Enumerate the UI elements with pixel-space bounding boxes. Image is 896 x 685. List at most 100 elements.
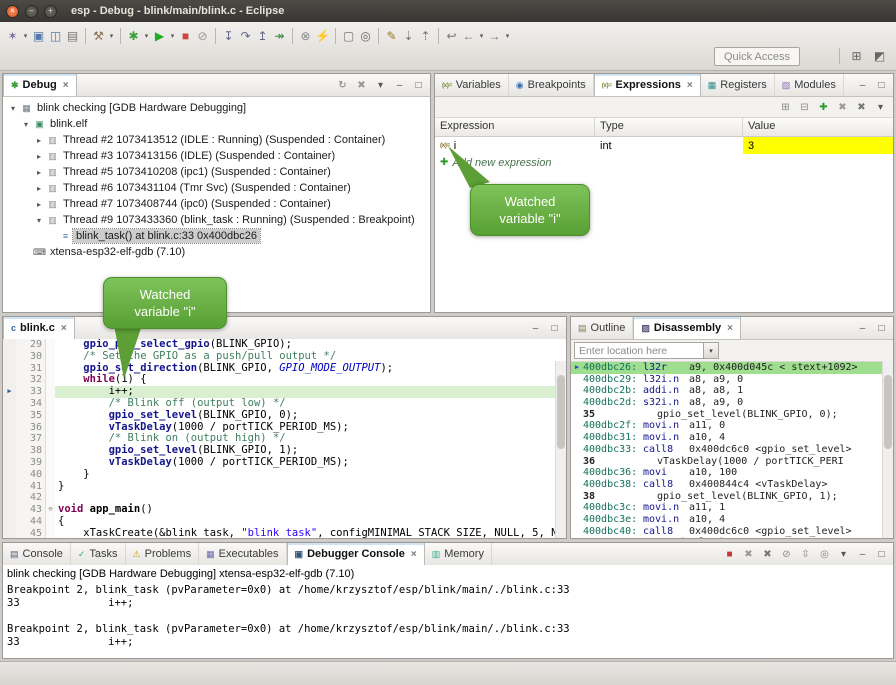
annotation-gutter[interactable]: [3, 445, 16, 457]
annotation-gutter[interactable]: [3, 528, 16, 538]
annotation-gutter[interactable]: [3, 410, 16, 422]
step-return-icon[interactable]: ↥: [254, 27, 271, 45]
search-icon[interactable]: ◎: [357, 27, 374, 45]
tab-outline[interactable]: ▤Outline: [571, 317, 633, 339]
annotation-gutter[interactable]: [3, 504, 16, 516]
disassembly-scrollbar[interactable]: [882, 361, 893, 538]
disassembly-row[interactable]: 400dbc2d:s32i.na8, a9, 0: [571, 397, 893, 409]
previous-annotation-icon[interactable]: ⇡: [417, 27, 434, 45]
maximize-view-icon[interactable]: □: [412, 80, 425, 91]
add-expression-icon[interactable]: ✚: [817, 102, 830, 113]
disassembly-row[interactable]: 35gpio_set_level(BLINK_GPIO, 0);: [571, 409, 893, 421]
code-line[interactable]: 45 xTaskCreate(&blink_task, "blink_task"…: [3, 528, 566, 538]
disassembly-row[interactable]: 400dbc38:call80x400844c4 <vTaskDelay>: [571, 479, 893, 491]
pin-console-icon[interactable]: ◎: [818, 549, 831, 560]
save-icon[interactable]: ▣: [30, 27, 47, 45]
clear-console-icon[interactable]: ⊘: [780, 549, 793, 560]
debug-tree-row[interactable]: ▸▥Thread #5 1073410208 (ipc1) (Suspended…: [3, 164, 430, 180]
expression-row[interactable]: (x)=iint3: [435, 137, 893, 154]
expand-arrow-icon[interactable]: ▸: [33, 136, 45, 145]
expand-arrow-icon[interactable]: ▸: [33, 152, 45, 161]
debug-tree-row[interactable]: ≡blink_task() at blink.c:33 0x400dbc26: [3, 228, 430, 244]
annotation-gutter[interactable]: [3, 481, 16, 493]
debug-icon-dropdown[interactable]: ▾: [142, 32, 151, 40]
disassembly-row[interactable]: 400dbc31:movi.na10, 4: [571, 432, 893, 444]
annotation-gutter[interactable]: [3, 339, 16, 351]
remove-launch-icon[interactable]: ✖: [742, 549, 755, 560]
annotation-gutter[interactable]: [3, 457, 16, 469]
new-wizard-icon[interactable]: ✶: [4, 27, 21, 45]
quick-access-button[interactable]: Quick Access: [714, 47, 800, 66]
column-header-expression[interactable]: Expression: [435, 118, 595, 136]
close-tab-icon[interactable]: ×: [63, 80, 69, 91]
code-line[interactable]: 41}: [3, 481, 566, 493]
tab-registers[interactable]: ▦Registers: [701, 74, 775, 96]
remove-expression-icon[interactable]: ✖: [836, 102, 849, 113]
collapse-all-icon[interactable]: ⊟: [798, 102, 811, 113]
disassembly-row[interactable]: 38gpio_set_level(BLINK_GPIO, 1);: [571, 491, 893, 503]
terminate-icon[interactable]: ■: [177, 27, 194, 45]
build-icon-dropdown[interactable]: ▾: [107, 32, 116, 40]
skip-breakpoints-icon[interactable]: ⊘: [194, 27, 211, 45]
disassembly-row[interactable]: 400dbc3e:movi.na10, 4: [571, 514, 893, 526]
scrollbar-thumb[interactable]: [557, 375, 565, 449]
collapse-arrow-icon[interactable]: ▾: [33, 216, 45, 225]
debug-icon[interactable]: ✱: [125, 27, 142, 45]
restart-icon[interactable]: ↻: [336, 80, 349, 91]
disassembly-row[interactable]: 400dbc2f:movi.na11, 0: [571, 420, 893, 432]
annotation-gutter[interactable]: [3, 363, 16, 375]
instruction-pointer-icon[interactable]: ▶: [3, 386, 16, 398]
tab-blink-c[interactable]: cblink.c×: [3, 317, 75, 339]
close-tab-icon[interactable]: ×: [727, 323, 733, 334]
close-tab-icon[interactable]: ×: [411, 549, 417, 560]
editor-scrollbar[interactable]: [555, 361, 566, 538]
remove-all-terminated-icon[interactable]: ✖: [355, 80, 368, 91]
remove-all-launches-icon[interactable]: ✖: [761, 549, 774, 560]
minimize-view-icon[interactable]: –: [529, 323, 542, 334]
mark-occurrences-icon[interactable]: ✎: [383, 27, 400, 45]
forward-icon[interactable]: →: [486, 27, 503, 45]
disassembly-row[interactable]: 400dbc40:call80x400dc6c0 <gpio_set_level…: [571, 526, 893, 538]
remove-all-expressions-icon[interactable]: ✖: [855, 102, 868, 113]
disassembly-row[interactable]: 39vTaskDelay(1000 / portTICK_PERI: [571, 537, 893, 539]
disassembly-row[interactable]: 400dbc3c:movi.na11, 1: [571, 502, 893, 514]
open-perspective-icon[interactable]: ⊞: [848, 47, 865, 65]
minimize-view-icon[interactable]: –: [393, 80, 406, 91]
window-maximize-icon[interactable]: +: [44, 5, 57, 18]
annotation-gutter[interactable]: [3, 469, 16, 481]
build-icon[interactable]: ⚒: [90, 27, 107, 45]
tab-debug[interactable]: ✱Debug×: [3, 74, 77, 96]
view-menu-icon[interactable]: ▾: [374, 80, 387, 91]
back-icon-dropdown[interactable]: ▾: [477, 32, 486, 40]
disassembly-row[interactable]: 36vTaskDelay(1000 / portTICK_PERI: [571, 456, 893, 468]
maximize-view-icon[interactable]: □: [875, 323, 888, 334]
scroll-lock-icon[interactable]: ⇳: [799, 549, 812, 560]
annotation-gutter[interactable]: [3, 516, 16, 528]
tab-debugger-console[interactable]: ▣Debugger Console×: [287, 543, 425, 565]
disassembly-row[interactable]: 400dbc33:call80x400dc6c0 <gpio_set_level…: [571, 444, 893, 456]
window-minimize-icon[interactable]: –: [25, 5, 38, 18]
code-line[interactable]: 43⊖void app_main(): [3, 504, 566, 516]
next-annotation-icon[interactable]: ⇣: [400, 27, 417, 45]
collapse-arrow-icon[interactable]: ▾: [20, 120, 32, 129]
view-menu-icon[interactable]: ▾: [874, 102, 887, 113]
add-expression-row[interactable]: ✚Add new expression: [435, 154, 893, 171]
minimize-view-icon[interactable]: –: [856, 549, 869, 560]
expand-arrow-icon[interactable]: ▸: [33, 200, 45, 209]
close-tab-icon[interactable]: ×: [687, 80, 693, 91]
debug-tree-row[interactable]: ⌨xtensa-esp32-elf-gdb (7.10): [3, 244, 430, 260]
fold-marker-icon[interactable]: ⊖: [46, 504, 55, 516]
tab-modules[interactable]: ▧Modules: [775, 74, 844, 96]
view-menu-icon[interactable]: ▾: [837, 549, 850, 560]
minimize-view-icon[interactable]: –: [856, 80, 869, 91]
annotation-gutter[interactable]: [3, 398, 16, 410]
disassembly-row[interactable]: 400dbc29:l32i.na8, a9, 0: [571, 374, 893, 386]
debug-tree-row[interactable]: ▸▥Thread #6 1073431104 (Tmr Svc) (Suspen…: [3, 180, 430, 196]
annotation-gutter[interactable]: [3, 492, 16, 504]
tab-disassembly[interactable]: ▨Disassembly×: [633, 317, 741, 339]
show-type-names-icon[interactable]: ⊞: [779, 102, 792, 113]
debug-tree-row[interactable]: ▾▦blink checking [GDB Hardware Debugging…: [3, 100, 430, 116]
debug-tree-row[interactable]: ▾▥Thread #9 1073433360 (blink_task : Run…: [3, 212, 430, 228]
step-over-icon[interactable]: ↷: [237, 27, 254, 45]
run-icon[interactable]: ▶: [151, 27, 168, 45]
